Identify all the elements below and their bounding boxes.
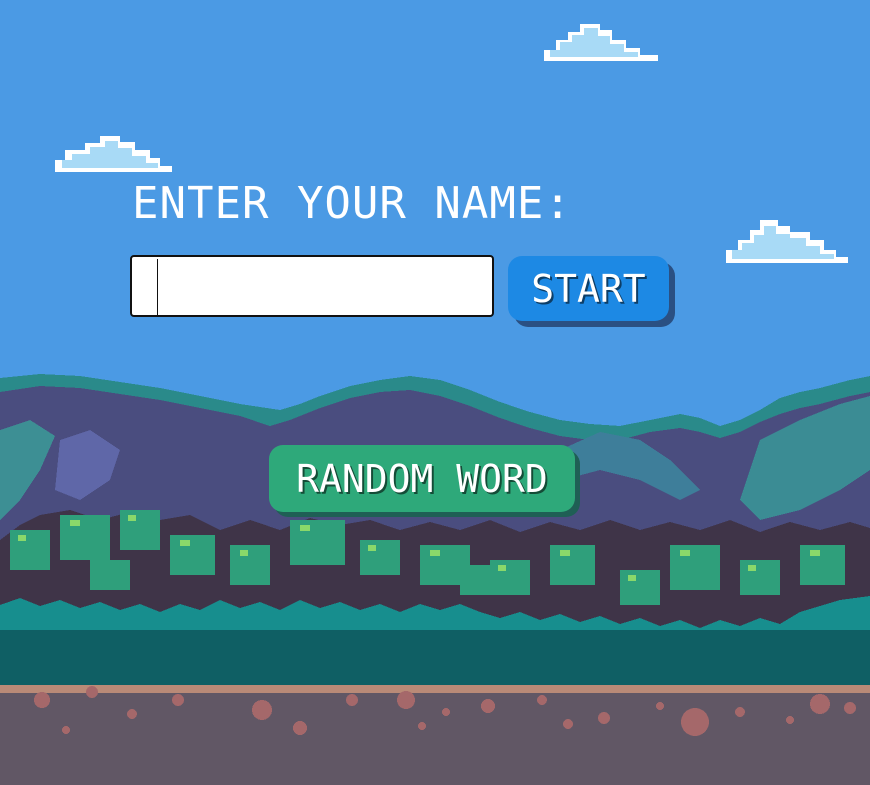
ground-edge bbox=[0, 685, 870, 693]
grass-shadow bbox=[0, 630, 870, 690]
game-background bbox=[0, 0, 870, 785]
start-button[interactable]: START bbox=[508, 256, 669, 321]
random-word-button[interactable]: RANDOM WORD bbox=[269, 445, 575, 512]
name-prompt-label: ENTER YOUR NAME: bbox=[132, 178, 572, 229]
name-input[interactable] bbox=[130, 255, 494, 317]
text-caret bbox=[157, 259, 158, 315]
ground bbox=[0, 693, 870, 785]
